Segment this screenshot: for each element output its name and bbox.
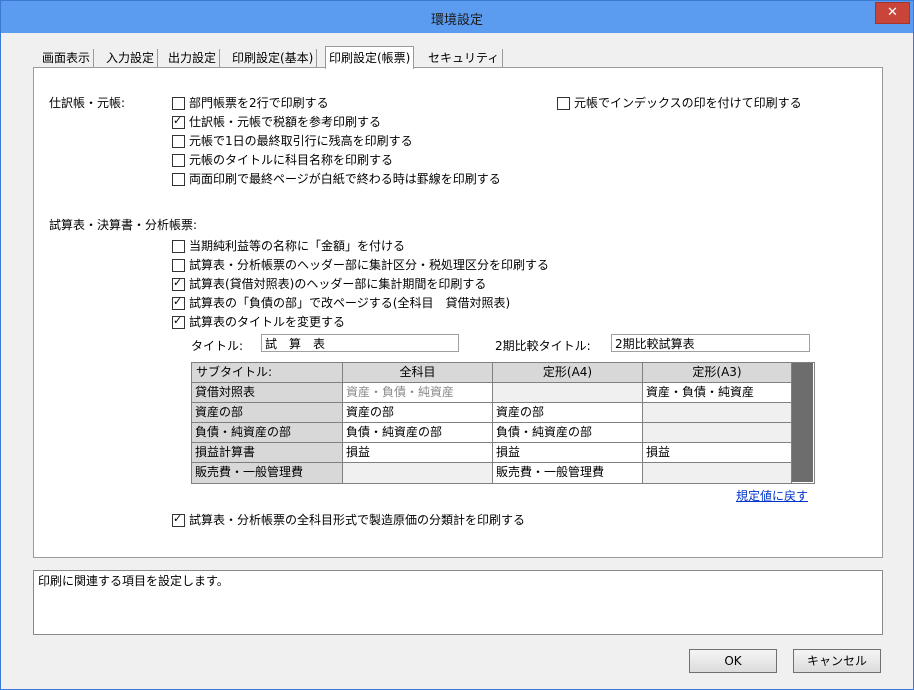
grid-header-fixed-a3: 定形(A3)	[643, 363, 792, 383]
tab-print-forms[interactable]: 印刷設定(帳票)	[325, 46, 415, 69]
checkbox-net-income-amount[interactable]	[172, 240, 185, 253]
title-bar: 環境設定 ✕	[1, 1, 913, 33]
grid-cell[interactable]: 負債・純資産の部	[493, 423, 643, 443]
checkbox-label: 試算表のタイトルを変更する	[189, 315, 346, 329]
checkbox-liabilities-page-break[interactable]	[172, 295, 185, 310]
grid-row-header: 販売費・一般管理費	[192, 463, 343, 483]
grid-header-fixed-a4: 定形(A4)	[493, 363, 643, 383]
checkbox-manufacturing-cost-subtotals[interactable]	[172, 512, 185, 527]
grid-cell[interactable]: 損益	[643, 443, 792, 463]
cancel-button[interactable]: キャンセル	[793, 649, 881, 673]
section-trial-balance-label: 試算表・決算書・分析帳票:	[49, 218, 198, 232]
checkbox-label: 当期純利益等の名称に「金額」を付ける	[189, 239, 406, 253]
grid-cell	[493, 383, 643, 403]
subtitle-grid: サブタイトル: 全科目 定形(A4) 定形(A3) 貸借対照表 資産・負債・純資…	[191, 362, 815, 484]
grid-cell[interactable]: 負債・純資産の部	[343, 423, 493, 443]
tab-input-settings[interactable]: 入力設定	[103, 49, 159, 68]
grid-scrollbar[interactable]	[792, 363, 813, 482]
checkbox-label: 元帳のタイトルに科目名称を印刷する	[189, 153, 394, 167]
settings-window: 環境設定 ✕ 画面表示 入力設定 出力設定 印刷設定(基本) 印刷設定(帳票) …	[0, 0, 914, 690]
grid-cell	[643, 463, 792, 483]
grid-row-header: 負債・純資産の部	[192, 423, 343, 443]
checkbox-dept-two-line[interactable]	[172, 97, 185, 110]
checkbox-label: 試算表・分析帳票の全科目形式で製造原価の分類計を印刷する	[189, 513, 526, 527]
checkbox-label: 両面印刷で最終ページが白紙で終わる時は罫線を印刷する	[189, 172, 501, 186]
checkbox-duplex-ruled-lines[interactable]	[172, 173, 185, 186]
checkbox-label: 試算表の「負債の部」で改ページする(全科目 貸借対照表)	[189, 296, 511, 310]
reset-defaults-link[interactable]: 規定値に戻す	[736, 487, 808, 504]
checkbox-label: 仕訳帳・元帳で税額を参考印刷する	[189, 115, 382, 129]
tab-security[interactable]: セキュリティ	[425, 49, 504, 68]
grid-cell[interactable]: 販売費・一般管理費	[493, 463, 643, 483]
grid-cell[interactable]: 損益	[343, 443, 493, 463]
checkbox-header-categories[interactable]	[172, 259, 185, 272]
grid-cell	[643, 403, 792, 423]
checkbox-tax-reference[interactable]	[172, 114, 185, 129]
checkbox-change-title[interactable]	[172, 314, 185, 329]
tab-print-basic[interactable]: 印刷設定(基本)	[229, 49, 318, 68]
checkbox-label: 試算表(貸借対照表)のヘッダー部に集計期間を印刷する	[189, 277, 487, 291]
checkbox-ledger-index-mark[interactable]	[557, 97, 570, 110]
grid-row-header: 資産の部	[192, 403, 343, 423]
grid-cell[interactable]: 資産の部	[343, 403, 493, 423]
tab-screen-display[interactable]: 画面表示	[39, 49, 95, 68]
description-box: 印刷に関連する項目を設定します。	[33, 570, 883, 635]
grid-row-header: 貸借対照表	[192, 383, 343, 403]
grid-cell	[343, 463, 493, 483]
tab-output-settings[interactable]: 出力設定	[165, 49, 221, 68]
grid-cell[interactable]: 資産・負債・純資産	[343, 383, 493, 403]
grid-row-header: 損益計算書	[192, 443, 343, 463]
checkbox-label: 元帳で1日の最終取引行に残高を印刷する	[189, 134, 413, 148]
close-icon[interactable]: ✕	[875, 2, 910, 24]
tab-panel: 仕訳帳・元帳: 部門帳票を2行で印刷する 仕訳帳・元帳で税額を参考印刷する 元帳…	[33, 67, 883, 558]
checkbox-ledger-title-account[interactable]	[172, 154, 185, 167]
grid-cell[interactable]: 資産・負債・純資産	[643, 383, 792, 403]
grid-cell[interactable]: 資産の部	[493, 403, 643, 423]
grid-header-subtitle: サブタイトル:	[192, 363, 343, 383]
description-text: 印刷に関連する項目を設定します。	[38, 574, 229, 588]
checkbox-label: 部門帳票を2行で印刷する	[189, 96, 329, 110]
compare-title-input[interactable]: 2期比較試算表	[611, 334, 810, 352]
grid-cell	[643, 423, 792, 443]
dialog-client: 画面表示 入力設定 出力設定 印刷設定(基本) 印刷設定(帳票) セキュリティ …	[9, 33, 905, 681]
checkbox-label: 試算表・分析帳票のヘッダー部に集計区分・税処理区分を印刷する	[189, 258, 550, 272]
ok-button[interactable]: OK	[689, 649, 777, 673]
checkbox-daily-balance[interactable]	[172, 135, 185, 148]
checkbox-label: 元帳でインデックスの印を付けて印刷する	[574, 96, 802, 110]
grid-cell[interactable]: 損益	[493, 443, 643, 463]
section-ledger-label: 仕訳帳・元帳:	[49, 96, 126, 110]
title-input[interactable]: 試 算 表	[261, 334, 459, 352]
window-title: 環境設定	[430, 13, 483, 28]
compare-title-label: 2期比較タイトル:	[495, 339, 591, 353]
grid-header-all-accounts: 全科目	[343, 363, 493, 383]
title-field-label: タイトル:	[191, 339, 244, 353]
checkbox-header-period[interactable]	[172, 276, 185, 291]
